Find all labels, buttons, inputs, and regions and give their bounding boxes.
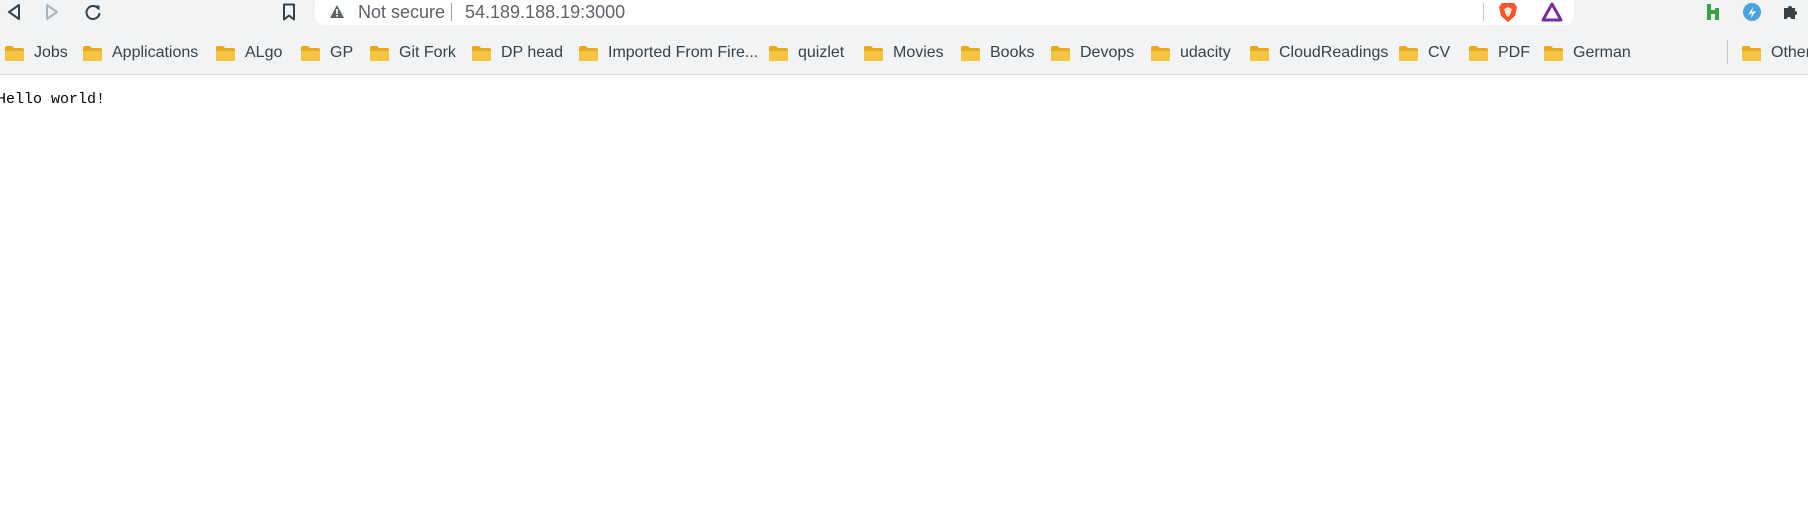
bookmark-label: quizlet — [798, 44, 845, 61]
bookmark-icon — [283, 3, 295, 21]
bookmark-folder-cloudreadings[interactable]: CloudReadings — [1249, 42, 1388, 64]
folder-icon — [961, 45, 980, 61]
bookmark-label: Devops — [1080, 44, 1135, 61]
omnibox-divider — [451, 3, 452, 21]
bookmark-label: PDF — [1498, 44, 1530, 61]
bookmarks-divider — [1727, 40, 1728, 64]
bookmark-folder-jobs[interactable]: Jobs — [4, 42, 68, 64]
back-icon — [8, 4, 20, 20]
url-text[interactable]: 54.189.188.19:3000 — [465, 2, 625, 23]
other-bookmarks-folder[interactable]: Other — [1741, 42, 1808, 64]
bookmark-label: Applications — [112, 44, 199, 61]
green-extension-button[interactable] — [1701, 1, 1725, 23]
folder-icon — [1051, 45, 1070, 61]
bookmark-folder-movies[interactable]: Movies — [863, 42, 944, 64]
folder-icon — [370, 45, 389, 61]
puzzle-extensions-icon — [1784, 6, 1797, 19]
folder-icon — [769, 45, 788, 61]
bookmark-folder-algo[interactable]: ALgo — [215, 42, 282, 64]
bookmark-label: Other — [1771, 44, 1808, 61]
folder-icon — [1151, 45, 1170, 61]
folder-icon — [1544, 45, 1563, 61]
bookmark-folder-dp-head[interactable]: DP head — [471, 42, 563, 64]
blue-extension-button[interactable] — [1740, 1, 1764, 23]
bookmark-label: udacity — [1180, 44, 1231, 61]
bookmark-folder-cv[interactable]: CV — [1398, 42, 1450, 64]
bookmark-folder-pdf[interactable]: PDF — [1468, 42, 1530, 64]
bookmark-folder-quizlet[interactable]: quizlet — [768, 42, 844, 64]
bookmark-folder-imported-from-firefox[interactable]: Imported From Fire... — [578, 42, 758, 64]
bookmark-folder-udacity[interactable]: udacity — [1150, 42, 1231, 64]
bookmark-folder-german[interactable]: German — [1543, 42, 1631, 64]
brave-shields-button[interactable] — [1496, 1, 1520, 23]
omnibox-divider-right — [1483, 3, 1484, 21]
address-bar[interactable]: Not secure 54.189.188.19:3000 — [315, 0, 1574, 25]
folder-icon — [301, 45, 320, 61]
folder-icon — [216, 45, 235, 61]
security-status[interactable]: Not secure — [358, 2, 445, 23]
bookmark-folder-gp[interactable]: GP — [300, 42, 353, 64]
browser-toolbar: Not secure 54.189.188.19:3000 — [0, 0, 1808, 25]
folder-icon — [1742, 45, 1761, 61]
page-content-text: Hello world! — [0, 91, 106, 108]
forward-button[interactable] — [38, 0, 66, 24]
blue-extension-icon — [1743, 3, 1761, 21]
bookmarks-bar: Jobs Applications ALgo GP Git Fork DP he… — [0, 25, 1808, 75]
bookmark-folder-applications[interactable]: Applications — [82, 42, 198, 64]
folder-icon — [472, 45, 491, 61]
bookmark-label: CV — [1428, 44, 1451, 61]
folder-icon — [83, 45, 102, 61]
brave-icon — [1499, 3, 1517, 22]
bookmark-folder-git-fork[interactable]: Git Fork — [369, 42, 456, 64]
forward-icon — [46, 4, 58, 20]
brave-rewards-button[interactable] — [1540, 1, 1564, 23]
bookmark-label: Books — [990, 44, 1035, 61]
bookmark-label: Git Fork — [399, 44, 456, 61]
bookmark-label: DP head — [501, 44, 563, 61]
bookmark-label: German — [1573, 44, 1631, 61]
bookmark-folder-books[interactable]: Books — [960, 42, 1034, 64]
bookmark-label: Imported From Fire... — [608, 44, 759, 61]
folder-icon — [1469, 45, 1488, 61]
triangle-extension-icon — [1541, 2, 1563, 22]
folder-icon — [1399, 45, 1418, 61]
extensions-button[interactable] — [1779, 1, 1803, 23]
warning-icon — [330, 5, 344, 18]
reload-icon — [85, 5, 101, 20]
bookmark-label: Jobs — [34, 44, 68, 61]
reload-button[interactable] — [79, 0, 107, 24]
bookmark-label: ALgo — [245, 44, 283, 61]
bookmark-label: CloudReadings — [1279, 44, 1389, 61]
bookmark-label: Movies — [893, 44, 944, 61]
back-button[interactable] — [0, 0, 28, 24]
bookmark-page-button[interactable] — [275, 0, 303, 24]
bookmark-folder-devops[interactable]: Devops — [1050, 42, 1134, 64]
folder-icon — [864, 45, 883, 61]
green-extension-icon — [1707, 4, 1719, 20]
folder-icon — [579, 45, 598, 61]
folder-icon — [1250, 45, 1269, 61]
folder-icon — [5, 45, 24, 61]
bookmark-label: GP — [330, 44, 354, 61]
